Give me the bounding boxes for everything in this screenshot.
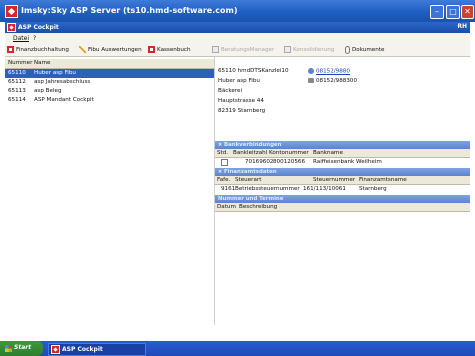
collapse-icon[interactable]: ×	[218, 142, 222, 148]
phone-contact: 08152/9880	[308, 68, 350, 75]
outer-window-title: Imsky:Sky ASP Server (ts10.hmd-software.…	[21, 6, 238, 15]
fax-contact: 08152/988300	[308, 78, 357, 84]
module-toolbar: Finanzbuchhaltung Fibu Auswertungen Kass…	[5, 43, 470, 57]
bank-section-header[interactable]: × Bankverbindungen	[215, 141, 470, 149]
column-header-steuernummer[interactable]: Steuernummer	[313, 177, 355, 183]
module-icon	[148, 46, 155, 53]
column-header-nummer[interactable]: Nummer	[8, 60, 32, 66]
client-detail-panel: 65110 hmdDTSKanzlei10 Huber asp Fibu Bäc…	[215, 57, 470, 325]
windows-logo-icon	[5, 345, 12, 352]
app-logo-icon	[5, 5, 18, 18]
client-name: Huber asp Fibu	[218, 78, 260, 84]
outer-window-titlebar: Imsky:Sky ASP Server (ts10.hmd-software.…	[0, 0, 475, 22]
client-list-header: Nummer Name	[5, 59, 214, 69]
notes-section-header[interactable]: Nummer und Termine	[215, 195, 470, 203]
column-header-beschreibung[interactable]: Beschreibung	[239, 204, 277, 210]
paperclip-icon	[345, 45, 350, 54]
table-row[interactable]: 9161 Betriebssteuernummer 161/113/10061 …	[215, 185, 470, 194]
maximize-icon[interactable]: □	[446, 5, 460, 19]
column-header-kontonummer[interactable]: Kontonummer	[269, 150, 309, 156]
close-icon[interactable]: ✕	[461, 5, 474, 19]
phone-icon	[308, 78, 314, 83]
notes-table-header: Datum Beschreibung	[215, 203, 470, 212]
toolbar-konsolidierung[interactable]: Konsolidierung	[284, 45, 334, 54]
client-id-line: 65110 hmdDTSKanzlei10	[218, 68, 289, 74]
list-item[interactable]: 65113 asp Beleg	[5, 87, 214, 96]
tax-table-header: Fafe. Steuerart Steuernummer Finanzamtsn…	[215, 176, 470, 185]
collapse-icon[interactable]: ×	[218, 169, 222, 175]
fax-number: 08152/988300	[316, 78, 358, 84]
tax-section-header[interactable]: × Finanzamtsdaten	[215, 168, 470, 176]
menu-help[interactable]: ?	[33, 35, 36, 42]
column-header-name[interactable]: Name	[34, 60, 51, 66]
toolbar-finanzbuchhaltung[interactable]: Finanzbuchhaltung	[7, 45, 69, 54]
people-icon	[284, 46, 291, 53]
toolbar-fibu-auswertungen[interactable]: Fibu Auswertungen	[79, 45, 142, 54]
column-header-fa[interactable]: Fafe.	[217, 177, 230, 183]
start-button[interactable]: Start	[0, 341, 43, 356]
column-header-bankleitzahl[interactable]: Bankleitzahl	[233, 150, 267, 156]
column-header-std[interactable]: Std.	[217, 150, 228, 156]
toolbar-beratungsmanager[interactable]: BeratungsManager	[212, 45, 274, 54]
client-list: Nummer Name 65110 Huber asp Fibu 65112 a…	[5, 57, 215, 325]
menu-datei[interactable]: Datei	[13, 35, 29, 42]
client-business: Bäckerei	[218, 88, 242, 94]
main-content: Nummer Name 65110 Huber asp Fibu 65112 a…	[5, 57, 470, 325]
list-item[interactable]: 65112 asp Jahresabschluss	[5, 78, 214, 87]
app-logo-icon	[51, 345, 60, 354]
toolbar-kassenbuch[interactable]: Kassenbuch	[148, 45, 191, 54]
list-item[interactable]: 65114 ASP Mandant Cockpit	[5, 96, 214, 105]
standard-checkbox[interactable]	[221, 159, 228, 166]
contact-icon	[308, 68, 314, 74]
toolbar-dokumente[interactable]: Dokumente	[345, 45, 384, 54]
taskbar: Start ASP Cockpit	[0, 341, 475, 356]
column-header-steuerart[interactable]: Steuerart	[235, 177, 261, 183]
module-icon	[7, 46, 14, 53]
client-city: 82319 Starnberg	[218, 108, 266, 114]
app-window-titlebar: ASP Cockpit RH	[5, 22, 470, 33]
app-window-title: ASP Cockpit	[18, 24, 59, 31]
pen-icon	[79, 46, 86, 53]
column-header-finanzamtsname[interactable]: Finanzamtsname	[359, 177, 407, 183]
taskbar-item-asp-cockpit[interactable]: ASP Cockpit	[48, 343, 146, 356]
phone-link[interactable]: 08152/9880	[316, 69, 350, 75]
app-logo-icon	[7, 23, 16, 32]
column-header-datum[interactable]: Datum	[217, 204, 236, 210]
app-icon	[212, 46, 219, 53]
column-header-bankname[interactable]: Bankname	[313, 150, 343, 156]
bank-table-header: Std. Bankleitzahl Kontonummer Bankname	[215, 149, 470, 158]
list-item[interactable]: 65110 Huber asp Fibu	[5, 69, 214, 78]
window-controls-label[interactable]: RH	[457, 23, 467, 30]
minimize-icon[interactable]: –	[430, 5, 444, 19]
table-row[interactable]: 70169602 800120566 Raiffeisenbank Weilhe…	[215, 158, 470, 167]
client-street: Hauptstrasse 44	[218, 98, 264, 104]
